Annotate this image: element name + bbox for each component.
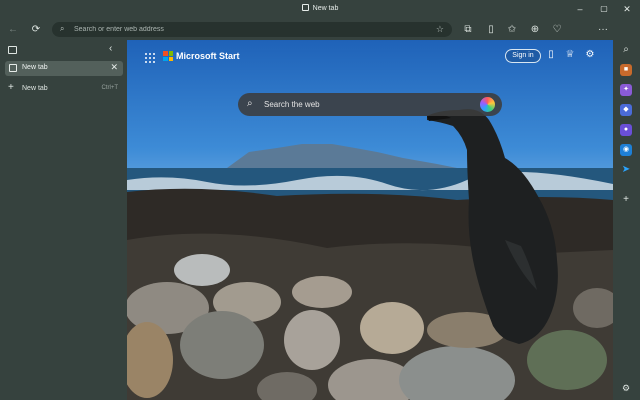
new-tab-label: New tab: [22, 85, 48, 92]
add-sidebar-app-icon[interactable]: +: [620, 194, 632, 206]
collections-icon[interactable]: ⊕: [528, 23, 542, 37]
extensions-icon[interactable]: ⧉: [461, 23, 475, 37]
microsoft-logo-icon: [163, 51, 173, 61]
refresh-button[interactable]: ⟳: [29, 23, 43, 37]
page-settings-gear-icon[interactable]: ⚙: [584, 49, 596, 60]
outlook-icon[interactable]: ◉: [620, 144, 632, 156]
title-bar: New tab – ▢ ✕: [0, 0, 640, 20]
browser-window: New tab – ▢ ✕ ← ⟳ ⌕ ☆ ⧉ ▯ ✩ ⊕ ♡ ··· ‹ Ne…: [0, 0, 640, 400]
pebble: [284, 310, 340, 370]
pebble: [527, 330, 607, 390]
search-icon: ⌕: [247, 98, 253, 109]
window-title-text: New tab: [312, 5, 339, 12]
more-menu-button[interactable]: ···: [596, 23, 610, 37]
pebble: [360, 302, 424, 354]
pebble: [174, 254, 230, 286]
collapse-pane-chevron-icon[interactable]: ‹: [109, 43, 112, 54]
tab-new-tab[interactable]: New tab ✕: [5, 61, 123, 76]
brand-title: Microsoft Start: [176, 51, 240, 61]
maximize-button[interactable]: ▢: [593, 2, 615, 16]
copilot-sidebar-icon[interactable]: ●: [620, 124, 632, 136]
table-mountain: [227, 144, 457, 168]
address-input[interactable]: [74, 23, 414, 36]
close-tab-button[interactable]: ✕: [110, 62, 118, 73]
tab-actions-icon[interactable]: [8, 46, 17, 54]
pebble: [292, 276, 352, 308]
rewards-trophy-icon[interactable]: ♕: [564, 49, 576, 60]
phone-icon[interactable]: ▯: [545, 49, 557, 60]
new-tab-button[interactable]: + New tab Ctrl+T: [5, 82, 123, 96]
search-icon: ⌕: [60, 24, 65, 33]
tab-label: New tab: [22, 64, 48, 71]
web-search-input[interactable]: [264, 97, 464, 112]
edge-sidebar: ⌕ ■ ✦ ◆ ● ◉ ➤ + ⚙: [613, 40, 640, 400]
back-button[interactable]: ←: [6, 23, 20, 37]
close-button[interactable]: ✕: [616, 2, 638, 16]
browser-essentials-icon[interactable]: ♡: [550, 23, 564, 37]
address-bar[interactable]: ⌕ ☆: [52, 22, 452, 37]
vertical-tabs-pane: ‹ New tab ✕ + New tab Ctrl+T: [0, 40, 127, 400]
search-icon[interactable]: ⌕: [620, 44, 632, 56]
games-icon[interactable]: ◆: [620, 104, 632, 116]
favorites-icon[interactable]: ✩: [505, 23, 519, 37]
tab-page-icon: [9, 64, 17, 72]
shopping-bag-icon[interactable]: ■: [620, 64, 632, 76]
favorite-star-icon[interactable]: ☆: [436, 24, 444, 35]
tools-icon[interactable]: ✦: [620, 84, 632, 96]
apps-launcher-icon[interactable]: [145, 53, 155, 63]
send-icon[interactable]: ➤: [620, 164, 632, 176]
tab-page-icon: [301, 4, 309, 11]
new-tab-shortcut: Ctrl+T: [101, 85, 119, 91]
toolbar: ← ⟳ ⌕ ☆ ⧉ ▯ ✩ ⊕ ♡ ···: [0, 20, 640, 56]
window-title: New tab: [0, 4, 640, 12]
plus-icon: +: [8, 82, 14, 93]
copilot-search-icon[interactable]: [480, 97, 495, 112]
sidebar-settings-gear-icon[interactable]: ⚙: [620, 382, 632, 394]
minimize-button[interactable]: –: [569, 2, 591, 16]
pebble: [180, 311, 264, 379]
web-search-box[interactable]: ⌕: [238, 93, 502, 116]
split-screen-icon[interactable]: ▯: [484, 23, 498, 37]
sign-in-button[interactable]: Sign in: [505, 49, 541, 63]
new-tab-page: Microsoft Start Sign in ▯ ♕ ⚙ ⌕: [127, 40, 613, 400]
